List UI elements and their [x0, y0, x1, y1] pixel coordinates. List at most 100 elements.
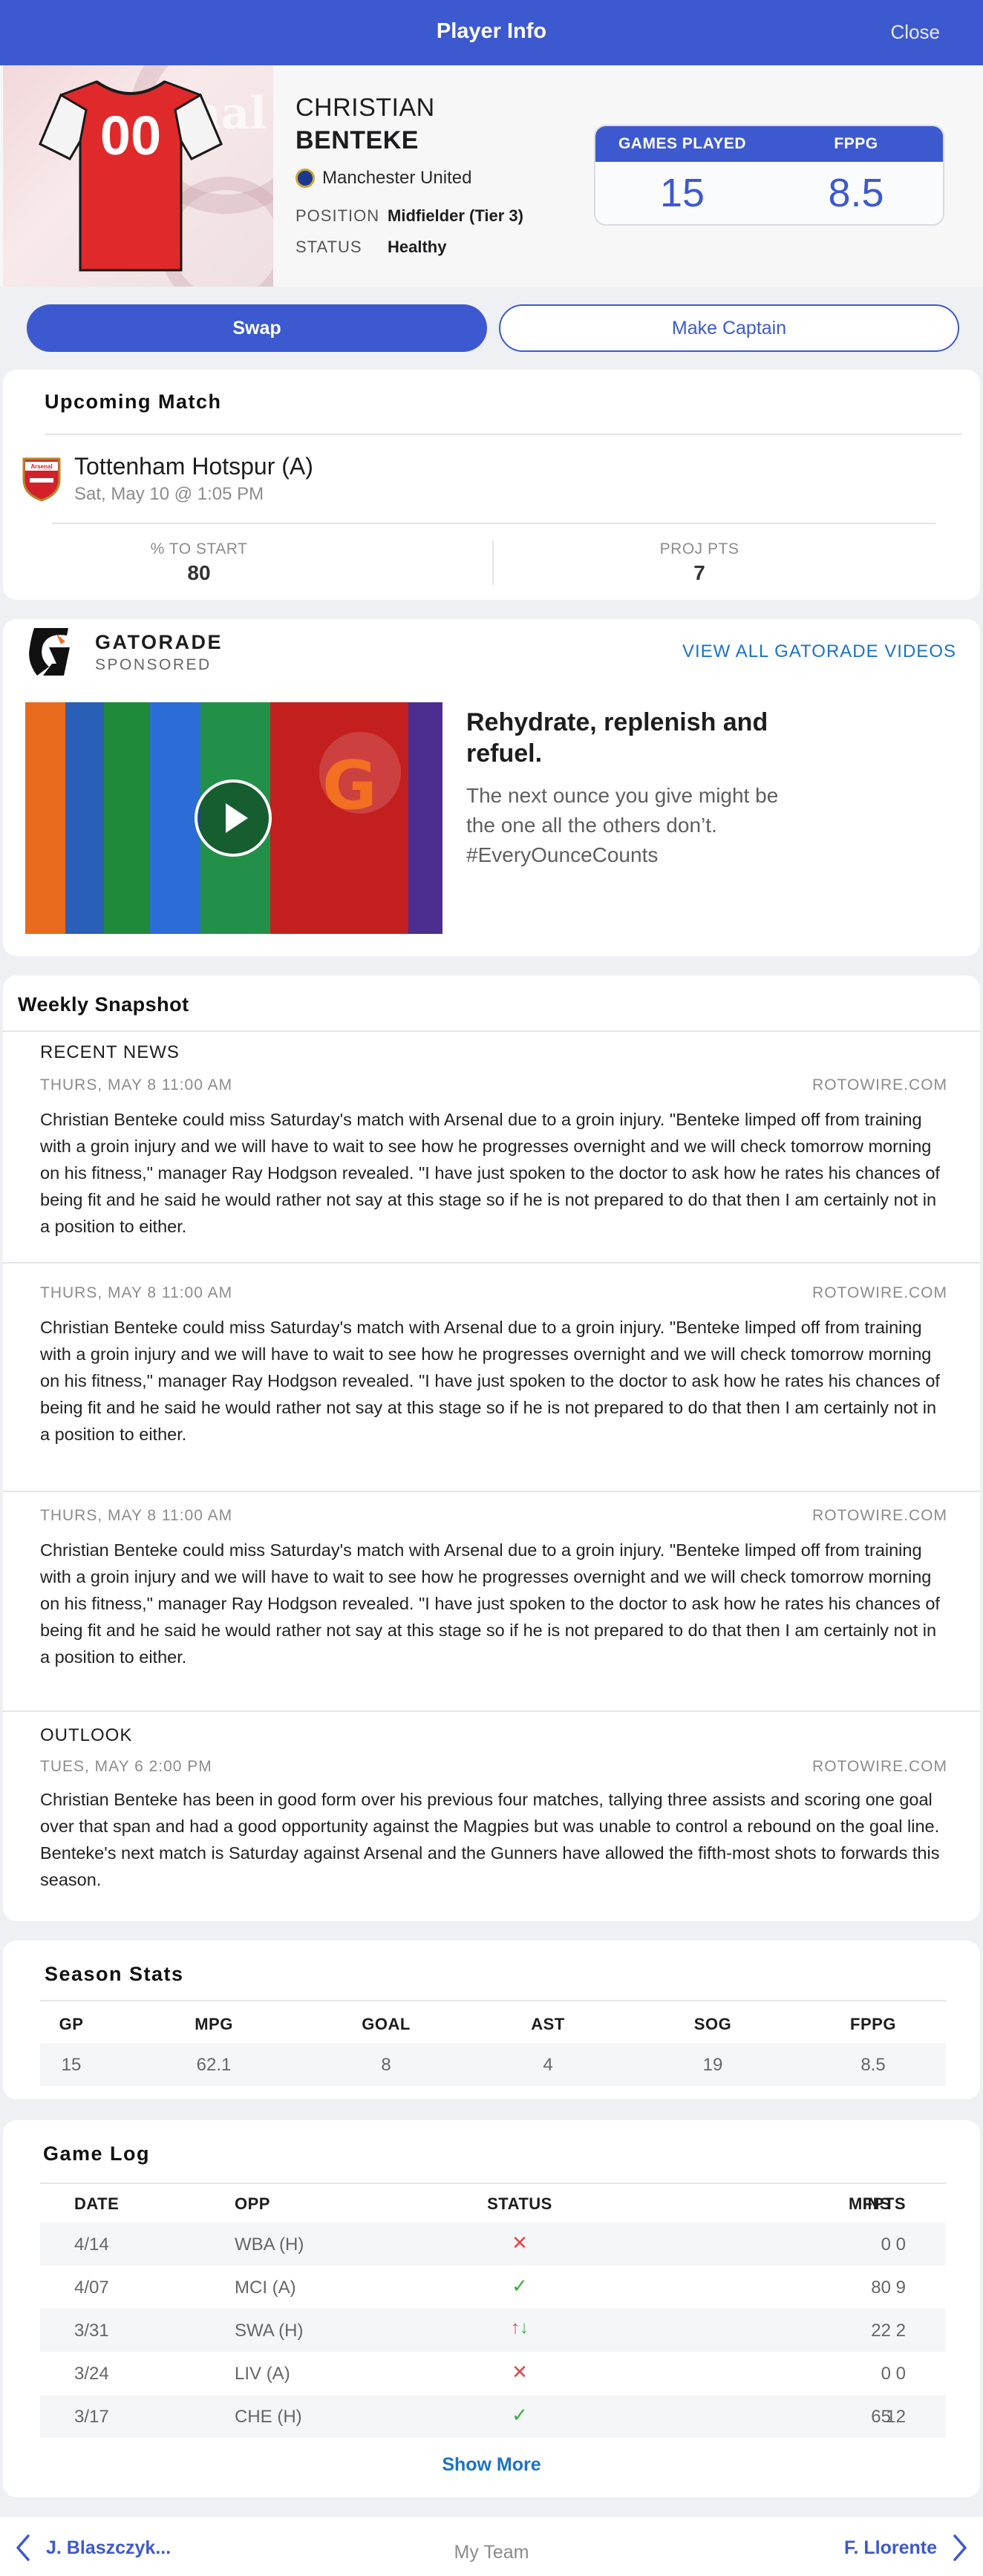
- divider: [492, 540, 494, 585]
- season-stat-value: 8: [381, 2055, 391, 2075]
- jersey-number: 00: [100, 105, 161, 166]
- game-date: 4/14: [74, 2235, 109, 2255]
- player-club: Manchester United: [295, 168, 471, 189]
- season-stats-title: Season Stats: [45, 1963, 184, 1985]
- divider: [3, 1030, 980, 1032]
- close-button[interactable]: Close: [891, 21, 940, 44]
- promo-video-thumbnail[interactable]: G: [25, 702, 442, 934]
- fppg-value: 8.5: [828, 171, 884, 215]
- x-icon: ✕: [512, 2361, 528, 2383]
- play-button[interactable]: [195, 779, 272, 857]
- season-stat-value: 19: [702, 2055, 723, 2075]
- divider: [40, 2000, 946, 2001]
- player-last-name: BENTEKE: [295, 126, 419, 154]
- game-fantasy-points: 9: [895, 2278, 906, 2298]
- game-date: 3/17: [74, 2407, 109, 2427]
- game-date: 4/07: [74, 2278, 109, 2298]
- game-log-header: OPP: [235, 2194, 270, 2213]
- opponent-name: Tottenham Hotspur (A): [74, 453, 313, 480]
- season-stat-header: GP: [59, 2015, 84, 2033]
- check-icon: ✓: [512, 2275, 528, 2297]
- divider: [45, 434, 962, 435]
- swap-arrows-icon: ↑↓: [511, 2318, 529, 2338]
- divider: [3, 1710, 980, 1712]
- promo-headline: Rehydrate, replenish and refuel.: [466, 708, 768, 768]
- game-log-row: 3/17 CHE (H) ✓ 65 12: [40, 2395, 946, 2438]
- player-first-name: CHRISTIAN: [295, 94, 435, 122]
- weekly-snapshot-title: Weekly Snapshot: [18, 993, 189, 1016]
- play-icon: [226, 803, 248, 833]
- divider: [40, 2183, 946, 2184]
- news-source[interactable]: ROTOWIRE.COM: [812, 1076, 947, 1094]
- news-date: THURS, MAY 8 11:00 AM: [40, 1284, 233, 1301]
- club-name: Manchester United: [322, 168, 472, 188]
- game-log-header: FPTS: [862, 2194, 906, 2213]
- game-date: 3/24: [74, 2364, 109, 2384]
- game-log-row: 4/07 MCI (A) ✓ 80 9: [40, 2266, 946, 2309]
- news-date: THURS, MAY 8 11:00 AM: [40, 1507, 233, 1524]
- recent-news-label: RECENT NEWS: [40, 1042, 180, 1062]
- season-stat-value: 8.5: [860, 2055, 886, 2075]
- season-stat-header: GOAL: [362, 2015, 411, 2033]
- game-opponent: MCI (A): [235, 2278, 296, 2298]
- make-captain-button[interactable]: Make Captain: [499, 304, 959, 352]
- games-played-value: 15: [659, 171, 705, 215]
- season-stat-header: FPPG: [850, 2015, 896, 2033]
- position-label: POSITION: [295, 206, 380, 225]
- divider: [52, 523, 935, 524]
- bottom-navigation: J. Blaszczyk... My Team F. Llorente: [0, 2517, 983, 2576]
- proj-pts-value: 7: [693, 561, 705, 584]
- news-body: Christian Benteke could miss Saturday's …: [40, 1540, 940, 1667]
- season-stat-header: AST: [531, 2015, 565, 2033]
- position-value: Midfielder (Tier 3): [388, 206, 523, 225]
- chevron-right-icon: [953, 2534, 967, 2561]
- player-stat-card: GAMES PLAYED FPPG 15 8.5: [594, 125, 944, 226]
- game-log-row: 4/14 WBA (H) ✕ 0 0: [40, 2223, 946, 2266]
- game-log-row: 3/31 SWA (H) ↑↓ 22 2: [40, 2309, 946, 2352]
- game-fantasy-points: 0: [895, 2235, 906, 2255]
- next-player-label: F. Llorente: [843, 2537, 937, 2558]
- gatorade-logo-icon: [29, 628, 70, 676]
- start-pct-label: % TO START: [150, 540, 248, 558]
- game-fantasy-points: 0: [895, 2364, 906, 2384]
- news-source[interactable]: ROTOWIRE.COM: [812, 1507, 947, 1525]
- game-log-header: STATUS: [487, 2194, 552, 2213]
- promo-body: The next ounce you give might be the one…: [466, 784, 779, 866]
- season-stat-value: 4: [543, 2055, 553, 2075]
- show-more-button[interactable]: Show More: [0, 2454, 983, 2476]
- next-player-button[interactable]: F. Llorente: [844, 2533, 968, 2563]
- match-datetime: Sat, May 10 @ 1:05 PM: [74, 484, 264, 504]
- outlook-source[interactable]: ROTOWIRE.COM: [812, 1758, 947, 1776]
- crest-text: Arsenal: [30, 463, 52, 470]
- season-stat-header: MPG: [195, 2015, 233, 2033]
- game-opponent: WBA (H): [235, 2235, 304, 2255]
- arsenal-crest-icon: Arsenal: [22, 457, 61, 502]
- game-log-title: Game Log: [43, 2142, 151, 2165]
- game-fantasy-points: 2: [895, 2321, 906, 2341]
- news-date: THURS, MAY 8 11:00 AM: [40, 1076, 233, 1094]
- divider: [3, 1491, 980, 1492]
- jersey-icon: 00: [39, 80, 223, 272]
- page-title: Player Info: [436, 19, 547, 43]
- game-log-header: DATE: [74, 2194, 120, 2213]
- fppg-label: FPPG: [834, 135, 878, 152]
- my-team-link[interactable]: My Team: [0, 2542, 983, 2563]
- news-source[interactable]: ROTOWIRE.COM: [812, 1284, 947, 1302]
- season-stat-value: 15: [61, 2055, 82, 2075]
- swap-button[interactable]: Swap: [27, 304, 487, 352]
- view-all-videos-link[interactable]: VIEW ALL GATORADE VIDEOS: [682, 641, 956, 662]
- game-opponent: LIV (A): [235, 2364, 290, 2384]
- status-value: Healthy: [388, 238, 447, 256]
- game-opponent: CHE (H): [235, 2407, 302, 2427]
- game-opponent: SWA (H): [235, 2321, 304, 2341]
- outlook-label: OUTLOOK: [40, 1725, 133, 1745]
- check-icon: ✓: [512, 2404, 528, 2426]
- season-stat-row: 15 62.1 8 4 19 8.5: [40, 2043, 946, 2086]
- game-date: 3/31: [74, 2321, 109, 2341]
- outlook-date: TUES, MAY 6 2:00 PM: [40, 1758, 212, 1775]
- news-body: Christian Benteke could miss Saturday's …: [40, 1318, 940, 1444]
- outlook-body: Christian Benteke has been in good form …: [40, 1790, 940, 1889]
- news-body: Christian Benteke could miss Saturday's …: [40, 1110, 940, 1236]
- sponsor-name: GATORADE: [95, 631, 223, 653]
- games-played-label: GAMES PLAYED: [618, 135, 747, 152]
